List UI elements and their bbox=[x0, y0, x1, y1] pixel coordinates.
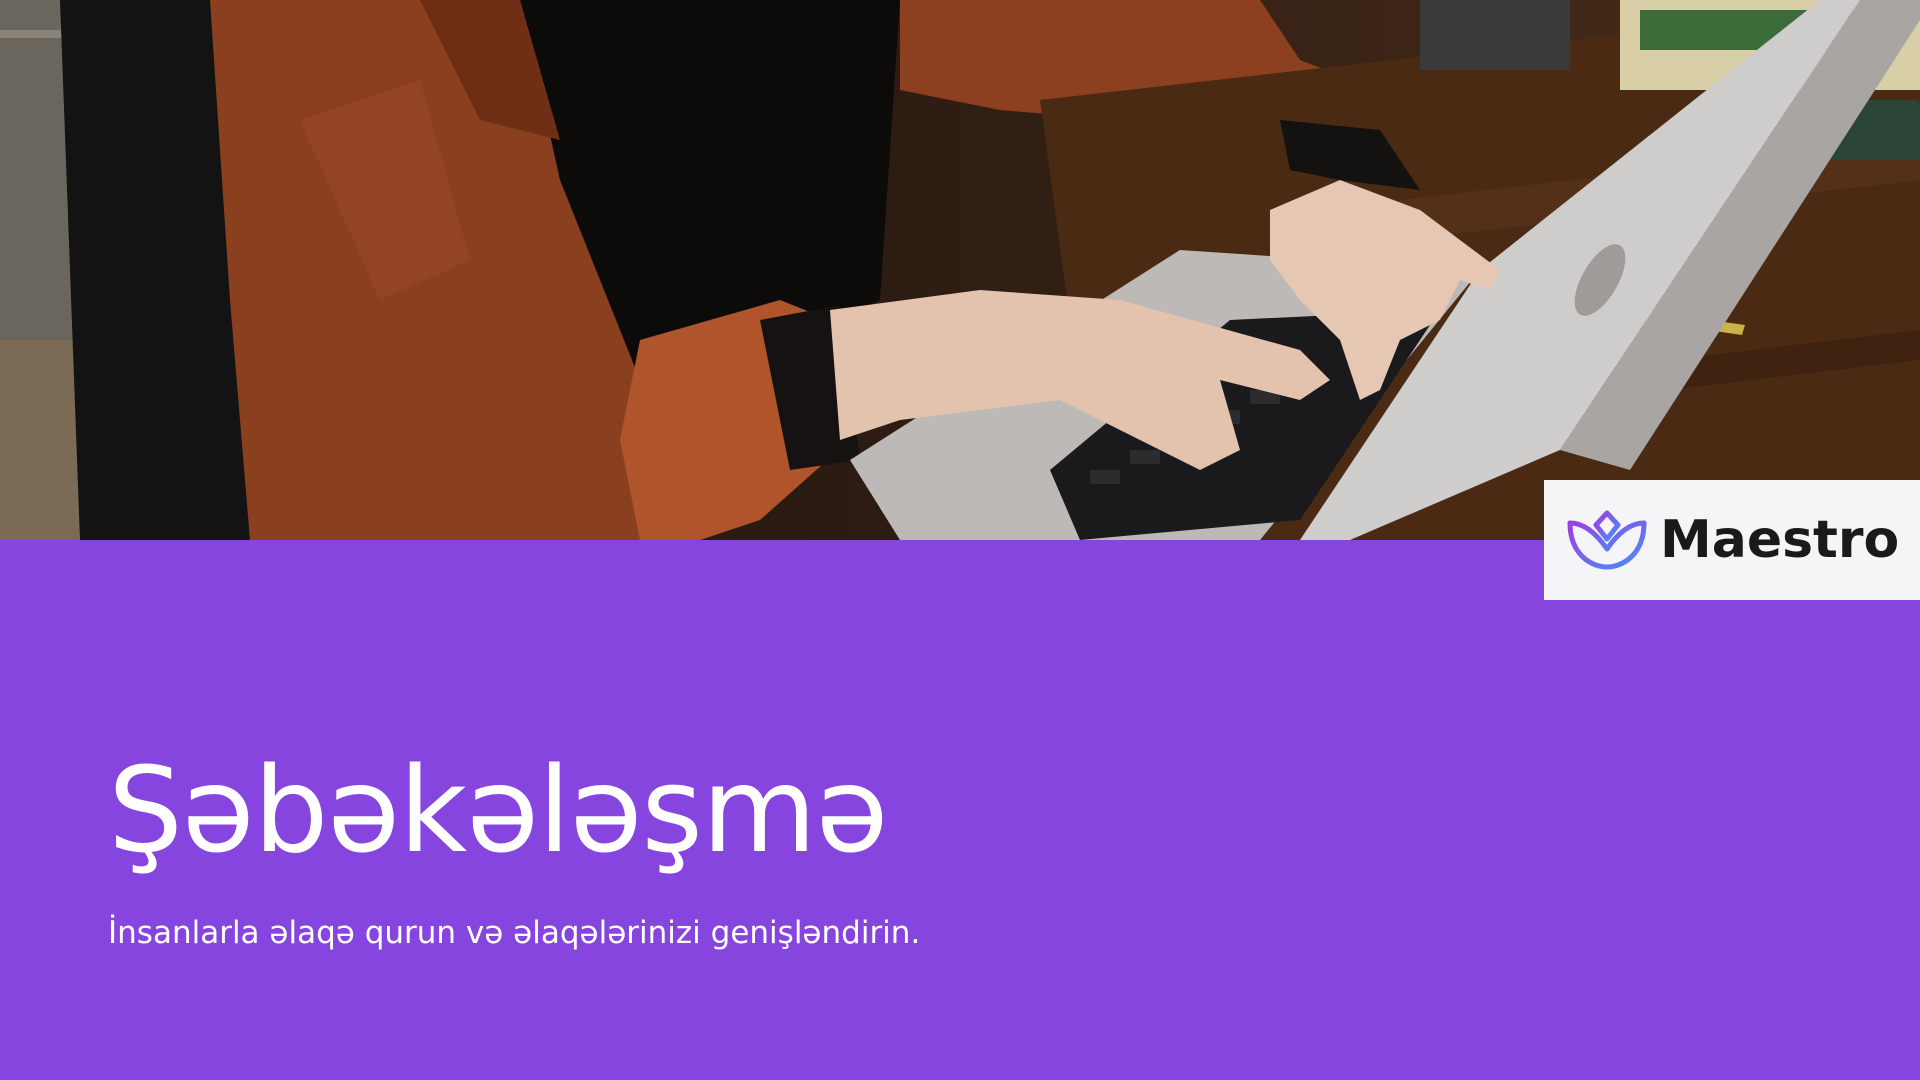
slide: Maestro Şəbəkələşmə İnsanlarla əlaqə qur… bbox=[0, 0, 1920, 1080]
slide-title: Şəbəkələşmə bbox=[108, 741, 888, 879]
hero-photo-illustration bbox=[0, 0, 1920, 540]
slide-subtitle: İnsanlarla əlaqə qurun və əlaqələrinizi … bbox=[108, 915, 921, 951]
lotus-icon bbox=[1567, 510, 1647, 570]
logo-text: Maestro bbox=[1660, 510, 1900, 570]
logo-badge: Maestro bbox=[1544, 480, 1920, 600]
hero-photo bbox=[0, 0, 1920, 540]
